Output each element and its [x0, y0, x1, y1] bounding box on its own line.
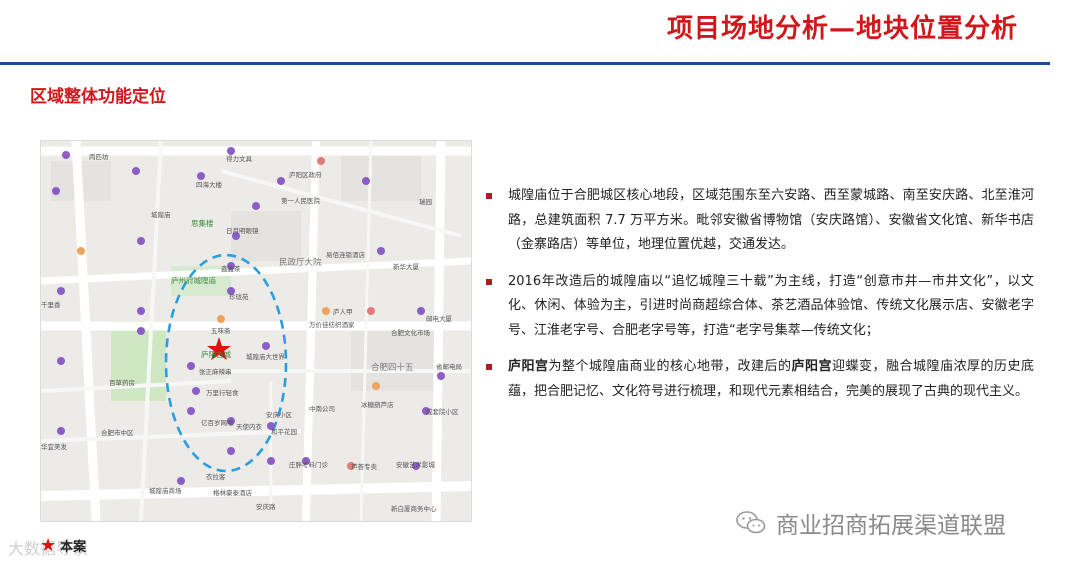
- highlight-term: 庐阳宫: [791, 359, 832, 374]
- map-label: 亿百岁网咖: [201, 419, 234, 427]
- map-label: 省邮电局: [436, 363, 462, 371]
- map-label: 衣拉客: [206, 473, 226, 481]
- map-label: 丙匹坊: [89, 153, 109, 161]
- map-label: 万里行轻食: [206, 389, 239, 397]
- map-label: 合肥市中区: [101, 429, 134, 437]
- map-label: 新白厦商务中心: [391, 505, 437, 513]
- map-label: 千里香: [41, 301, 61, 309]
- map-label: 城隍庙: [151, 211, 171, 219]
- map-label: 万价佳纺织酒家: [309, 321, 355, 329]
- map-label: 安徽艺术影城: [396, 461, 435, 469]
- star-icon: ★: [40, 535, 57, 556]
- map-label: 思集楼: [191, 219, 214, 228]
- legend-label: 本案: [60, 540, 87, 555]
- page-title: 项目场地分析—地块位置分析: [666, 14, 1018, 44]
- map-label: 城隍庙大世界: [246, 353, 285, 361]
- map-label: 中南公司: [309, 405, 335, 413]
- map-label: 庄胖考料门诊: [289, 461, 328, 469]
- section-title: 区域整体功能定位: [30, 87, 166, 107]
- map-label: 合肥文化市场: [391, 329, 430, 337]
- map-label: 四海大楼: [196, 181, 222, 189]
- wechat-account-badge: 商业招商拓展渠道联盟: [736, 507, 1056, 539]
- map-label: 合肥四十五: [371, 363, 414, 373]
- map-label: 和平花园: [271, 428, 297, 436]
- map-label: 芦荟专卖: [351, 463, 377, 471]
- map-label: 鑫鑫茶: [221, 265, 241, 273]
- wechat-account-name: 商业招商拓展渠道联盟: [776, 513, 1006, 539]
- map-label: 城隍庙商场: [149, 487, 182, 495]
- bullet-marker: [486, 193, 492, 199]
- description-text: 城隍庙位于合肥城区核心地段，区域范围东至六安路、西至蒙城路、南至安庆路、北至淮河…: [508, 188, 1034, 252]
- map-label: 成套院小区: [426, 408, 459, 416]
- map-label: 珍珑苑: [229, 293, 249, 301]
- description-list: 城隍庙位于合肥城区核心地段，区域范围东至六安路、西至蒙城路、南至安庆路、北至淮河…: [486, 184, 1034, 416]
- map-label: 新华大厦: [393, 263, 419, 271]
- map-label: 庐人甲: [333, 308, 353, 316]
- map-label: 格林豪泰酒店: [213, 489, 252, 497]
- map-label: 瑞园: [419, 198, 432, 206]
- location-map[interactable]: 丙匹坊 得力文具 四海大楼 庐阳区政府 城隍庙 第一人民医院 思集楼 日月明眼镜…: [40, 140, 472, 522]
- map-label: 庐州府城隍庙: [171, 276, 216, 285]
- map-label: 天使内衣: [236, 423, 262, 431]
- description-item: 庐阳宫为整个城隍庙商业的核心地带，改建后的庐阳宫迎蝶变，融合城隍庙浓厚的历史底蕴…: [486, 355, 1034, 404]
- description-text: 2016年改造后的城隍庙以“追忆城隍三十载”为主线，打造“创意市井—市井文化”，…: [508, 273, 1034, 338]
- description-item: 2016年改造后的城隍庙以“追忆城隍三十载”为主线，打造“创意市井—市井文化”，…: [486, 270, 1034, 344]
- map-label: 五味斋: [211, 327, 231, 335]
- map-label: 得力文具: [226, 155, 252, 163]
- map-label: 第一人民医院: [281, 197, 320, 205]
- map-label: 安庆小区: [266, 411, 292, 419]
- map-label: 华宜美发: [41, 443, 67, 451]
- map-label: 易佰连锁酒店: [326, 251, 365, 259]
- map-label: 冰糖葫芦店: [361, 401, 394, 409]
- wechat-icon: [736, 511, 766, 534]
- map-label: 安庆路: [256, 503, 276, 511]
- highlight-term: 庐阳宫: [508, 359, 549, 374]
- map-label: 邮电大厦: [426, 315, 452, 323]
- bullet-marker: [486, 364, 492, 370]
- description-item: 城隍庙位于合肥城区核心地段，区域范围东至六安路、西至蒙城路、南至安庆路、北至淮河…: [486, 184, 1034, 258]
- description-text: 为整个城隍庙商业的核心地带，改建后的: [548, 359, 792, 374]
- map-legend: ★ 本案: [40, 535, 86, 556]
- map-label: 庐阳区政府: [289, 171, 322, 179]
- bullet-marker: [486, 278, 492, 285]
- map-label: 日月明眼镜: [226, 227, 259, 235]
- map-label: 民政厅大院: [279, 258, 322, 268]
- map-label: 张正麻辣串: [199, 368, 232, 376]
- header-divider: [0, 62, 1050, 65]
- map-label: 百草药房: [109, 379, 135, 387]
- map-label: 庐阳古城: [201, 350, 231, 359]
